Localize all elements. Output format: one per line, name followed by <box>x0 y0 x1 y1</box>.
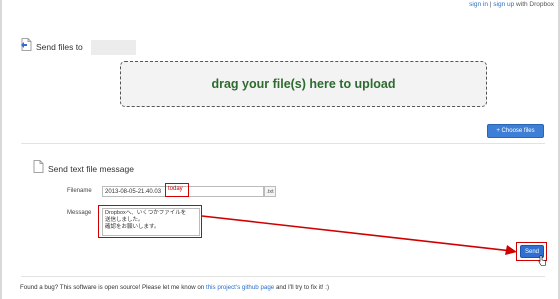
pointer-cursor-icon <box>538 253 547 271</box>
annotation-arrow <box>201 215 517 255</box>
footer-suffix: and I'll try to fix it! :) <box>274 284 330 291</box>
github-link[interactable]: this project's github page <box>206 284 274 291</box>
footer-text: Found a bug? This software is open sourc… <box>20 284 329 291</box>
footer-prefix: Found a bug? This software is open sourc… <box>20 284 206 291</box>
footer-divider <box>21 276 545 277</box>
